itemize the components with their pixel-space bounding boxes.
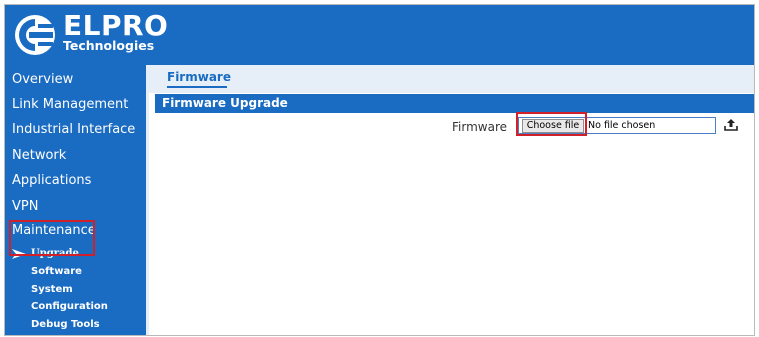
- firmware-field-label: Firmware: [452, 120, 507, 134]
- tab-firmware[interactable]: Firmware: [167, 70, 231, 85]
- tab-bar: Firmware: [149, 65, 754, 93]
- section-title: Firmware Upgrade: [162, 96, 288, 110]
- elpro-logo-icon: [15, 15, 55, 55]
- sidebar-subitem-software[interactable]: Software: [31, 265, 82, 279]
- sidebar-item-link-management[interactable]: Link Management: [12, 96, 128, 114]
- sidebar-item-industrial-interface[interactable]: Industrial Interface: [12, 121, 135, 139]
- sidebar-item-overview[interactable]: Overview: [12, 71, 73, 89]
- file-status-text: No file chosen: [588, 120, 656, 131]
- sidebar-subitem-configuration[interactable]: Configuration: [31, 300, 108, 314]
- sidebar-item-network[interactable]: Network: [12, 147, 66, 165]
- brand-name: ELPRO: [63, 9, 169, 42]
- section-header: Firmware Upgrade: [155, 94, 754, 113]
- choose-file-highlight-box: [516, 112, 587, 136]
- tab-active-underline: [167, 86, 227, 88]
- brand-subtitle: Technologies: [63, 38, 155, 53]
- sidebar-subitem-debug-tools[interactable]: Debug Tools: [31, 318, 100, 332]
- sidebar-item-applications[interactable]: Applications: [12, 172, 91, 190]
- upload-icon[interactable]: [723, 118, 739, 132]
- header-bar: ELPRO Technologies: [5, 5, 754, 65]
- app-frame: ELPRO Technologies Overview Link Managem…: [4, 4, 755, 336]
- sidebar-subitem-system[interactable]: System: [31, 283, 73, 297]
- sidebar-item-vpn[interactable]: VPN: [12, 198, 38, 216]
- sidebar: Overview Link Management Industrial Inte…: [5, 65, 146, 335]
- sidebar-divider: [146, 65, 149, 335]
- maintenance-highlight-box: [9, 220, 95, 256]
